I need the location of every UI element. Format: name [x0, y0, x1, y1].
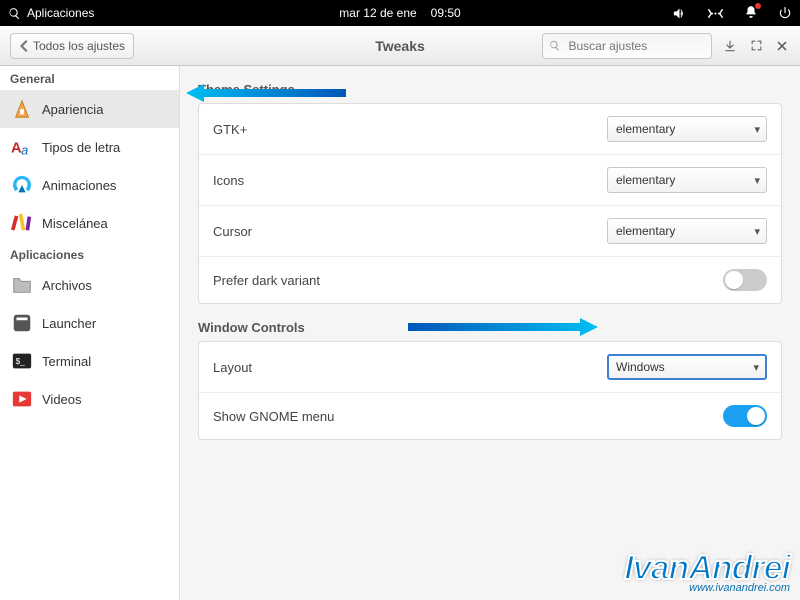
theme-settings-card: GTK+ elementary Icons elementary Cursor …: [198, 103, 782, 304]
appearance-icon: [10, 97, 34, 121]
applications-label: Aplicaciones: [27, 6, 94, 20]
sidebar-item-videos[interactable]: Videos: [0, 380, 179, 418]
misc-icon: [10, 211, 34, 235]
back-button[interactable]: Todos los ajustes: [10, 33, 134, 59]
applications-menu[interactable]: Aplicaciones: [8, 6, 94, 20]
launcher-icon: [10, 311, 34, 335]
font-icon: Aa: [10, 135, 34, 159]
header-bar: Todos los ajustes Tweaks: [0, 26, 800, 66]
maximize-icon[interactable]: [748, 38, 764, 54]
layout-select[interactable]: Windows: [607, 354, 767, 380]
top-panel: Aplicaciones mar 12 de ene 09:50: [0, 0, 800, 26]
layout-label: Layout: [213, 360, 607, 375]
power-icon[interactable]: [778, 6, 792, 20]
download-icon[interactable]: [722, 38, 738, 54]
sidebar-item-animaciones[interactable]: Animaciones: [0, 166, 179, 204]
sidebar: General Apariencia Aa Tipos de letra Ani…: [0, 66, 180, 600]
row-dark: Prefer dark variant: [199, 256, 781, 303]
section-theme-title: Theme Settings: [198, 82, 782, 97]
dark-toggle[interactable]: [723, 269, 767, 291]
content-area: Theme Settings GTK+ elementary Icons ele…: [180, 66, 800, 600]
row-icons: Icons elementary: [199, 154, 781, 205]
row-cursor: Cursor elementary: [199, 205, 781, 256]
window-title: Tweaks: [375, 38, 425, 54]
time-text: 09:50: [431, 6, 461, 20]
cursor-select[interactable]: elementary: [607, 218, 767, 244]
chevron-left-icon: [19, 40, 29, 52]
row-gtk: GTK+ elementary: [199, 104, 781, 154]
cursor-label: Cursor: [213, 224, 607, 239]
gnome-toggle[interactable]: [723, 405, 767, 427]
sidebar-item-label: Launcher: [42, 316, 169, 331]
sidebar-item-launcher[interactable]: Launcher: [0, 304, 179, 342]
sidebar-item-label: Terminal: [42, 354, 169, 369]
watermark: IvanAndrei www.ivanandrei.com: [624, 549, 790, 594]
svg-text:a: a: [21, 142, 28, 157]
search-icon: [8, 7, 21, 20]
terminal-icon: $_: [10, 349, 34, 373]
sidebar-item-archivos[interactable]: Archivos: [0, 266, 179, 304]
sidebar-item-label: Miscelánea: [42, 216, 169, 231]
animations-icon: [10, 173, 34, 197]
sidebar-item-label: Apariencia: [42, 102, 169, 117]
gtk-select[interactable]: elementary: [607, 116, 767, 142]
files-icon: [10, 273, 34, 297]
clock[interactable]: mar 12 de ene 09:50: [339, 6, 460, 20]
notification-icon[interactable]: [744, 5, 758, 22]
row-gnome: Show GNOME menu: [199, 392, 781, 439]
sidebar-item-label: Tipos de letra: [42, 140, 169, 155]
system-tray: [672, 5, 792, 22]
gtk-label: GTK+: [213, 122, 607, 137]
close-icon[interactable]: [774, 38, 790, 54]
sidebar-group-general: General: [0, 66, 179, 90]
search-input[interactable]: [567, 38, 706, 54]
sidebar-group-aplicaciones: Aplicaciones: [0, 242, 179, 266]
back-label: Todos los ajustes: [33, 39, 125, 53]
search-icon: [549, 39, 561, 52]
row-layout: Layout Windows: [199, 342, 781, 392]
videos-icon: [10, 387, 34, 411]
search-field[interactable]: [542, 33, 712, 59]
section-window-title: Window Controls: [198, 320, 782, 335]
sidebar-item-tipos-letra[interactable]: Aa Tipos de letra: [0, 128, 179, 166]
sidebar-item-terminal[interactable]: $_ Terminal: [0, 342, 179, 380]
sidebar-item-label: Archivos: [42, 278, 169, 293]
dark-label: Prefer dark variant: [213, 273, 723, 288]
window-controls-card: Layout Windows Show GNOME menu: [198, 341, 782, 440]
icons-select[interactable]: elementary: [607, 167, 767, 193]
network-icon[interactable]: [707, 7, 724, 20]
sidebar-item-label: Animaciones: [42, 178, 169, 193]
sidebar-item-label: Videos: [42, 392, 169, 407]
sidebar-item-apariencia[interactable]: Apariencia: [0, 90, 179, 128]
svg-text:$_: $_: [16, 357, 26, 366]
icons-label: Icons: [213, 173, 607, 188]
date-text: mar 12 de ene: [339, 6, 416, 20]
sidebar-item-miscelanea[interactable]: Miscelánea: [0, 204, 179, 242]
volume-icon[interactable]: [672, 6, 687, 21]
gnome-label: Show GNOME menu: [213, 409, 723, 424]
